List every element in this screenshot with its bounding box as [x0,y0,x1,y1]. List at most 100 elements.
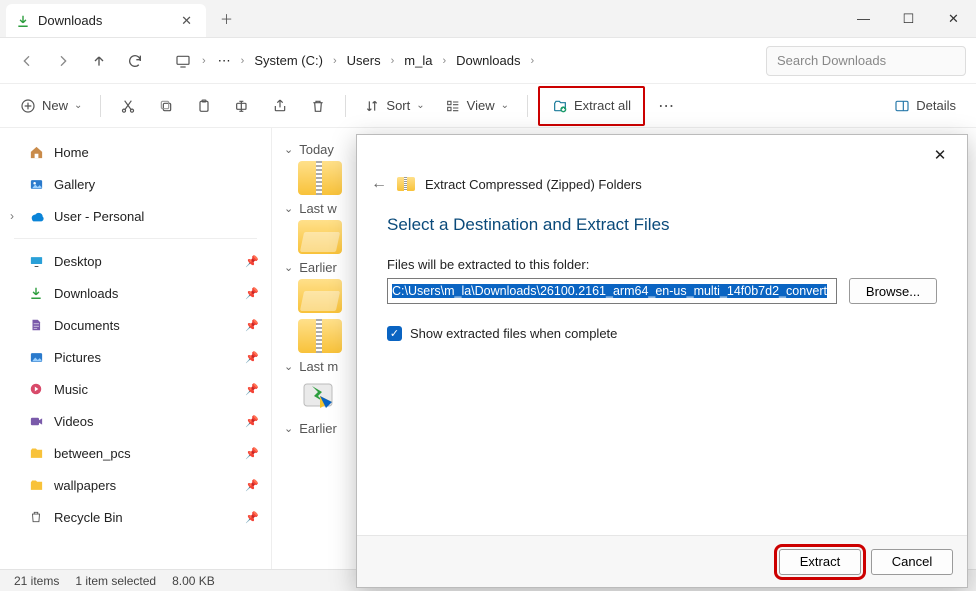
extract-all-highlight: Extract all [538,86,645,126]
dialog-wizard-title: Extract Compressed (Zipped) Folders [425,177,642,192]
chevron-down-icon: ⌄ [284,143,293,156]
close-window-button[interactable]: ✕ [931,0,976,37]
refresh-button[interactable] [118,44,152,78]
dialog-body: Select a Destination and Extract Files F… [357,199,967,535]
sidebar-item-home[interactable]: Home [0,136,271,168]
crumb-downloads[interactable]: Downloads [450,49,526,72]
address-bar: › ⋯ › System (C:) › Users › m_la › Downl… [0,38,976,84]
sidebar-item-gallery[interactable]: Gallery [0,168,271,200]
destination-input[interactable]: C:\Users\m_la\Downloads\26100.2161_arm64… [387,278,837,304]
group-label: Last m [299,359,338,374]
destination-path: C:\Users\m_la\Downloads\26100.2161_arm64… [392,284,827,298]
pin-icon: 📌 [245,255,259,268]
sidebar-item-folder-wallpapers[interactable]: wallpapers📌 [0,469,271,501]
sidebar-item-folder-between[interactable]: between_pcs 📌 [0,437,271,469]
chevron-right-icon: › [202,55,206,67]
browse-button[interactable]: Browse... [849,278,937,304]
chevron-down-icon: ⌄ [416,100,424,111]
paste-button[interactable] [187,90,221,122]
dialog-close-button[interactable]: ✕ [923,140,957,170]
pin-icon: 📌 [245,447,259,460]
details-label: Details [916,98,956,113]
view-button[interactable]: View ⌄ [437,90,517,122]
sidebar-item-label: Downloads [54,286,118,301]
folder-item[interactable] [298,220,342,254]
back-icon[interactable]: ← [371,175,387,193]
status-size: 8.00 KB [172,574,215,588]
sidebar-item-label: Pictures [54,350,101,365]
separator [527,95,528,117]
command-bar: New ⌄ Sort ⌄ View ⌄ Extract all ⋯ Detail… [0,84,976,128]
sidebar-item-label: Documents [54,318,120,333]
crumb-users[interactable]: Users [341,49,387,72]
copy-button[interactable] [149,90,183,122]
delete-button[interactable] [301,90,335,122]
zip-file-item[interactable] [298,319,342,353]
sidebar-item-onedrive[interactable]: User - Personal [0,200,271,232]
this-pc-icon[interactable] [166,44,200,78]
downloads-icon [16,14,30,28]
sidebar-item-pictures[interactable]: Pictures📌 [0,341,271,373]
separator [100,95,101,117]
up-button[interactable] [82,44,116,78]
status-selection: 1 item selected [75,574,156,588]
crumb-user[interactable]: m_la [398,49,438,72]
search-input[interactable]: Search Downloads [766,46,966,76]
chevron-down-icon: ⌄ [501,100,509,111]
sidebar-item-label: Music [54,382,88,397]
more-button[interactable]: ⋯ [649,90,683,122]
chevron-right-icon: › [442,55,446,67]
window-controls: ― ☐ ✕ [841,0,976,37]
new-button[interactable]: New ⌄ [12,90,90,122]
titlebar: Downloads ✕ ＋ ― ☐ ✕ [0,0,976,38]
sidebar-item-documents[interactable]: Documents📌 [0,309,271,341]
sidebar-item-recycle[interactable]: Recycle Bin📌 [0,501,271,533]
sidebar-item-desktop[interactable]: Desktop 📌 [0,245,271,277]
minimize-button[interactable]: ― [841,0,886,37]
sidebar-item-label: Desktop [54,254,102,269]
back-button[interactable] [10,44,44,78]
sidebar-item-label: User - Personal [54,209,144,224]
status-item-count: 21 items [14,574,59,588]
tab-title: Downloads [38,13,102,28]
sidebar-item-music[interactable]: Music📌 [0,373,271,405]
sort-label: Sort [386,98,410,113]
crumb-system[interactable]: System (C:) [248,49,329,72]
zip-file-item[interactable] [298,161,342,195]
new-tab-button[interactable]: ＋ [206,0,247,37]
new-label: New [42,98,68,113]
share-button[interactable] [263,90,297,122]
checkbox-label: Show extracted files when complete [410,326,617,341]
pin-icon: 📌 [245,287,259,300]
cut-button[interactable] [111,90,145,122]
maximize-button[interactable]: ☐ [886,0,931,37]
sidebar-item-label: between_pcs [54,446,131,461]
separator [14,238,257,239]
extract-button[interactable]: Extract [779,549,861,575]
cancel-button[interactable]: Cancel [871,549,953,575]
pictures-icon [28,350,44,365]
dialog-titlebar: ✕ [357,135,967,175]
forward-button[interactable] [46,44,80,78]
breadcrumb: ⋯ › System (C:) › Users › m_la › Downloa… [208,49,764,73]
pin-icon: 📌 [245,479,259,492]
extract-all-button[interactable]: Extract all [544,90,639,122]
desktop-icon [28,254,44,269]
destination-label: Files will be extracted to this folder: [387,257,937,272]
folder-item[interactable] [298,279,342,313]
tab-downloads[interactable]: Downloads ✕ [6,4,206,37]
chevron-down-icon: ⌄ [74,100,82,111]
close-tab-icon[interactable]: ✕ [181,13,192,29]
crumb-overflow[interactable]: ⋯ [212,49,237,73]
recycle-icon [28,510,44,524]
destination-row: C:\Users\m_la\Downloads\26100.2161_arm64… [387,278,937,304]
music-icon [28,382,44,396]
show-files-checkbox[interactable]: ✓ Show extracted files when complete [387,326,937,341]
rename-button[interactable] [225,90,259,122]
details-pane-button[interactable]: Details [886,90,964,122]
sort-button[interactable]: Sort ⌄ [356,90,432,122]
sidebar-item-downloads[interactable]: Downloads 📌 [0,277,271,309]
videos-icon [28,414,44,429]
separator [345,95,346,117]
sidebar-item-videos[interactable]: Videos📌 [0,405,271,437]
